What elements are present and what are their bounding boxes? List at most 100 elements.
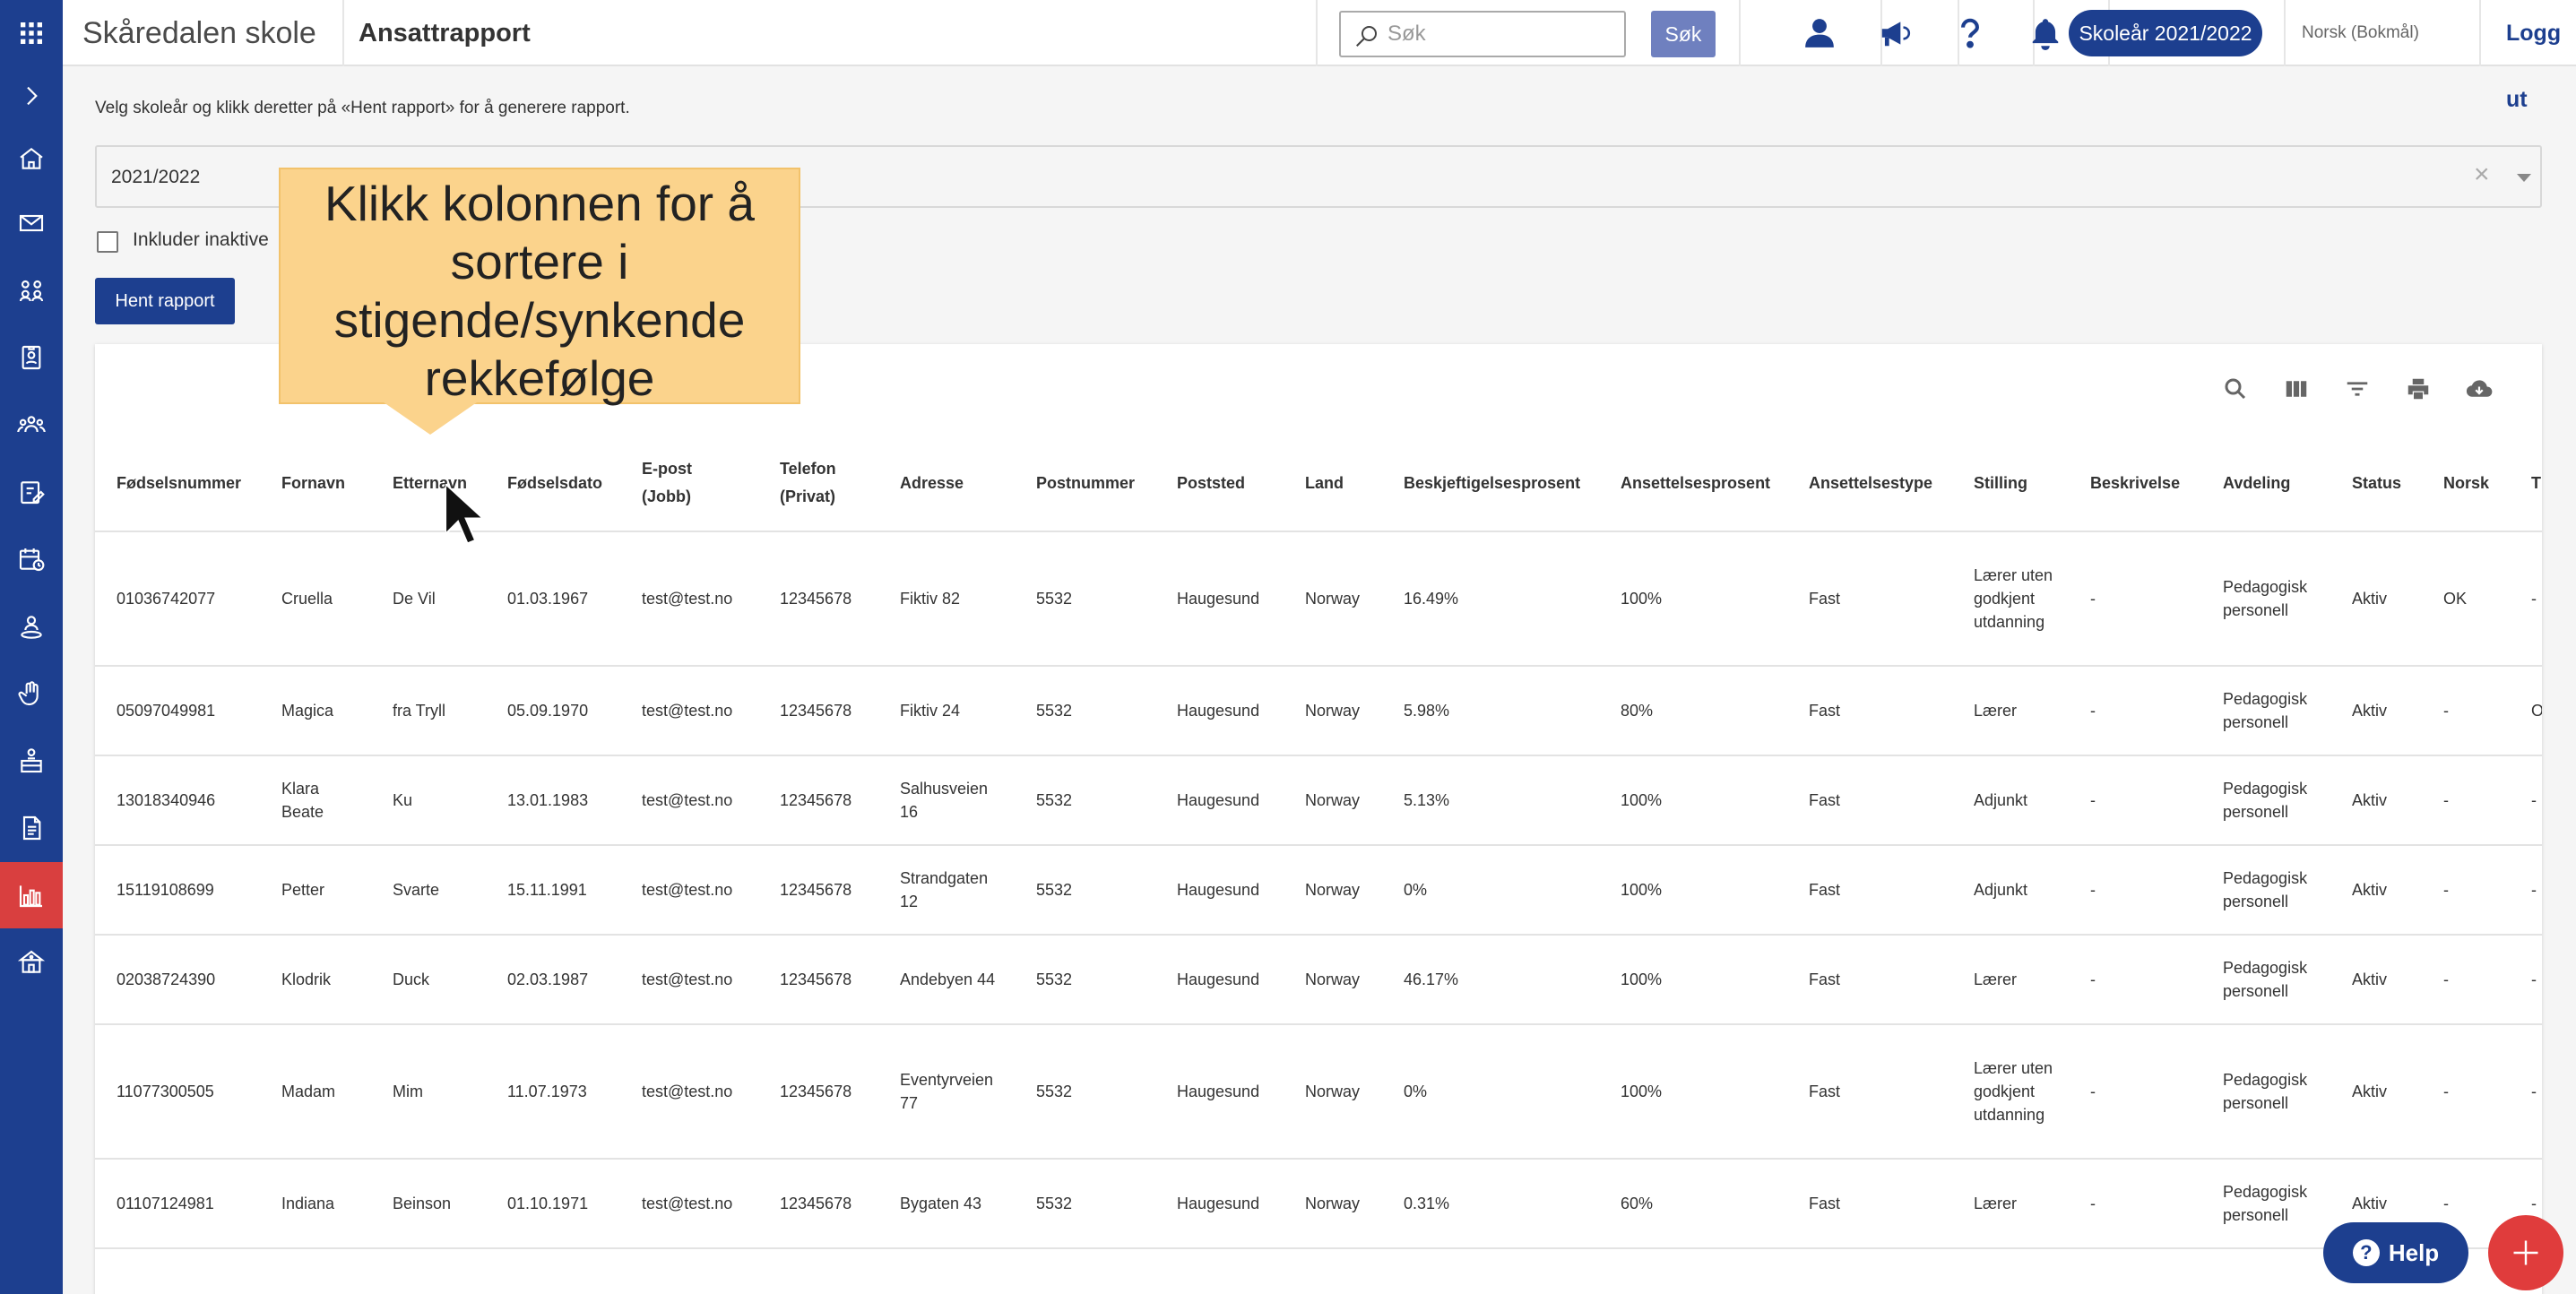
table-cell: 12345678 <box>780 881 852 899</box>
sidebar-item-home[interactable] <box>0 125 63 192</box>
column-header[interactable]: Fødselsnummer <box>117 434 241 532</box>
table-cell: - <box>2531 791 2537 809</box>
column-header[interactable]: Telefon (Privat) <box>780 434 851 532</box>
table-cell: 0.31% <box>1404 1195 1450 1212</box>
column-header[interactable]: Ansettelsesprosent <box>1621 434 1770 532</box>
school-year-button[interactable]: Skoleår 2021/2022 <box>2069 10 2262 56</box>
table-row[interactable] <box>95 1249 2542 1294</box>
sidebar-item-people[interactable] <box>0 257 63 324</box>
sidebar-item-groups[interactable] <box>0 392 63 458</box>
table-cell: 11.07.1973 <box>507 1083 587 1100</box>
table-cell: Norway <box>1305 881 1361 899</box>
table-cell: Aktiv <box>2352 791 2388 809</box>
column-header[interactable]: Ansettelsestype <box>1809 434 1932 532</box>
apps-grid-button[interactable] <box>0 0 63 66</box>
divider <box>2284 0 2286 66</box>
sidebar-item-schedule[interactable] <box>0 526 63 592</box>
table-cell: Norway <box>1305 791 1361 809</box>
table-row[interactable]: 13018340946 Klara Beate Ku 13.01.1983 test@t… <box>95 756 2542 846</box>
column-header[interactable]: Fornavn <box>281 434 345 532</box>
table-cell: - <box>2443 881 2449 899</box>
mouse-cursor-icon <box>445 484 483 545</box>
table-cell: 5532 <box>1036 881 1073 899</box>
sidebar-item-statistics[interactable] <box>0 862 63 928</box>
fetch-report-button[interactable]: Hent rapport <box>95 278 235 324</box>
instruction-text: Velg skoleår og klikk deretter på «Hent … <box>95 99 630 117</box>
global-search[interactable] <box>1339 11 1626 57</box>
column-header[interactable]: Avdeling <box>2223 434 2290 532</box>
sidebar-item-reports[interactable] <box>0 795 63 861</box>
divider <box>1739 0 1741 66</box>
table-cell: 12345678 <box>780 590 852 608</box>
table-cell: - <box>2443 702 2449 720</box>
table-cell: Haugesund <box>1177 791 1260 809</box>
column-header[interactable]: Beskjeftigelsesprosent <box>1404 434 1580 532</box>
column-header[interactable]: Poststed <box>1177 434 1245 532</box>
table-cell: Mim <box>393 1083 423 1100</box>
table-search-button[interactable] <box>2217 371 2253 407</box>
language-selector[interactable]: Norsk (Bokmål) <box>2302 0 2419 66</box>
table-row[interactable]: 01036742077 Cruella De Vil 01.03.1967 test@t… <box>95 532 2542 667</box>
table-cell: 11077300505 <box>117 1083 214 1100</box>
sidebar-item-edit[interactable] <box>0 459 63 525</box>
top-bar: Skåredalen skole Ansattrapport Søk Skole… <box>63 0 2576 112</box>
table-cell: Haugesund <box>1177 1195 1260 1212</box>
podium-icon <box>21 748 42 773</box>
sidebar-item-hand[interactable] <box>0 660 63 727</box>
table-cell: - <box>2443 970 2449 988</box>
sidebar-item-messages[interactable] <box>0 190 63 256</box>
filter-button[interactable] <box>2339 371 2375 407</box>
table-row[interactable]: 02038724390 Klodrik Duck 02.03.1987 test@tes… <box>95 936 2542 1025</box>
table-cell: Haugesund <box>1177 590 1260 608</box>
add-button[interactable] <box>2488 1215 2563 1290</box>
table-cell: Cruella <box>281 590 333 608</box>
table-cell: 5532 <box>1036 791 1073 809</box>
logout-button[interactable]: Logg ut <box>2479 0 2576 112</box>
announcements-button[interactable] <box>1857 0 1932 66</box>
help-button[interactable]: ? Help <box>2323 1222 2468 1283</box>
help-menu-button[interactable] <box>1932 0 2008 66</box>
columns-button[interactable] <box>2278 371 2314 407</box>
table-row[interactable]: 01107124981 Indiana Beinson 01.10.1971 test@… <box>95 1160 2542 1249</box>
print-button[interactable] <box>2400 371 2436 407</box>
search-input[interactable] <box>1387 20 1616 48</box>
table-cell: Aktiv <box>2352 590 2388 608</box>
table-cell: 80% <box>1621 702 1654 720</box>
column-header[interactable]: Status <box>2352 434 2401 532</box>
column-header[interactable]: Land <box>1305 434 1344 532</box>
table-cell: 12345678 <box>780 1195 852 1212</box>
profile-button[interactable] <box>1782 0 1857 66</box>
table-cell: Aktiv <box>2352 702 2388 720</box>
tooltip-line: stigende/synkende <box>333 292 746 348</box>
table-row[interactable]: 15119108699 Petter Svarte 15.11.1991 test@te… <box>95 846 2542 936</box>
expand-sidebar-button[interactable] <box>0 63 63 129</box>
clear-icon[interactable]: × <box>2474 160 2490 190</box>
table-row[interactable]: 05097049981 Magica fra Tryll 05.09.1970 test… <box>95 667 2542 756</box>
column-header[interactable]: Postnummer <box>1036 434 1135 532</box>
sidebar-item-podium[interactable] <box>0 728 63 794</box>
column-header[interactable]: Beskrivelse <box>2090 434 2180 532</box>
column-header[interactable]: E-post (Jobb) <box>642 434 722 532</box>
sidebar-item-badge[interactable] <box>0 324 63 391</box>
table-cell: Aktiv <box>2352 881 2388 899</box>
table-cell: 5532 <box>1036 590 1073 608</box>
sidebar-item-person-pin[interactable] <box>0 593 63 660</box>
column-header[interactable]: Stilling <box>1974 434 2027 532</box>
search-button[interactable]: Søk <box>1651 11 1716 57</box>
column-header[interactable]: Fødselsdato <box>507 434 602 532</box>
table-cell: Norway <box>1305 590 1361 608</box>
table-cell: Haugesund <box>1177 970 1260 988</box>
chevron-down-icon[interactable] <box>2517 174 2531 182</box>
table-cell: 100% <box>1621 791 1663 809</box>
download-button[interactable] <box>2461 371 2497 407</box>
column-header[interactable]: Norsk <box>2443 434 2489 532</box>
sidebar-item-school[interactable] <box>0 929 63 996</box>
school-name[interactable]: Skåredalen skole <box>82 0 316 66</box>
column-header[interactable]: T <box>2531 434 2541 532</box>
column-header[interactable]: Adresse <box>900 434 964 532</box>
include-inactive-checkbox[interactable] <box>97 231 118 253</box>
table-cell: 46.17% <box>1404 970 1459 988</box>
table-row[interactable]: 11077300505 Madam Mim 11.07.1973 test@test.n… <box>95 1025 2542 1160</box>
tooltip-line: Klikk kolonnen for å <box>324 176 755 231</box>
divider <box>342 0 344 66</box>
